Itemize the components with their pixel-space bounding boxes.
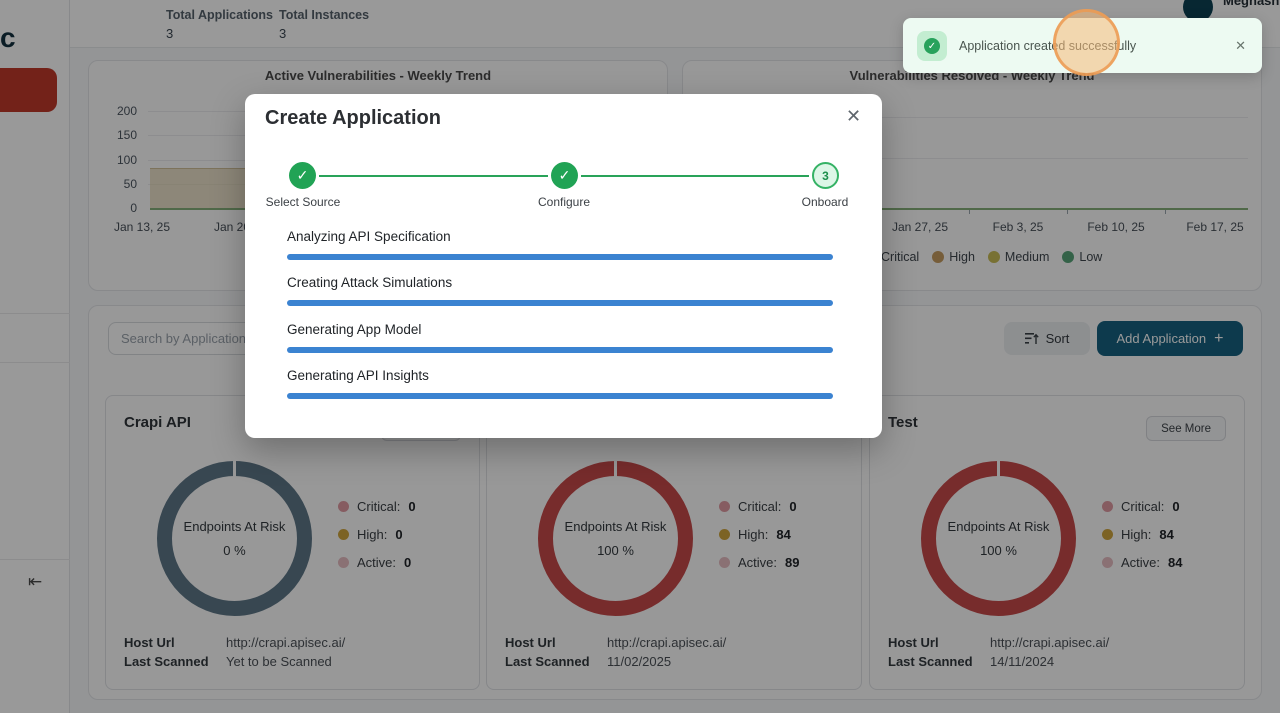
step-label-configure: Configure [509, 195, 619, 209]
toast-close-icon[interactable]: ✕ [1235, 18, 1246, 73]
step-label-onboard: Onboard [770, 195, 880, 209]
step-select-source-check-icon: ✓ [289, 162, 316, 189]
toast-icon-box: ✓ [917, 31, 947, 61]
click-highlight [1053, 9, 1120, 76]
step-configure-check-icon: ✓ [551, 162, 578, 189]
step-onboard-number: 3 [812, 162, 839, 189]
stepper-connector [581, 175, 809, 177]
progress-label: Creating Attack Simulations [287, 275, 452, 290]
step-label-select-source: Select Source [248, 195, 358, 209]
modal-title: Create Application [265, 107, 441, 130]
progress-bar [287, 254, 833, 260]
progress-label: Analyzing API Specification [287, 229, 451, 244]
create-application-modal: Create Application ✕ ✓ ✓ 3 Select Source… [245, 94, 882, 438]
progress-label: Generating API Insights [287, 368, 429, 383]
progress-bar [287, 300, 833, 306]
progress-bar [287, 393, 833, 399]
close-icon[interactable]: ✕ [846, 106, 861, 127]
progress-label: Generating App Model [287, 322, 421, 337]
progress-bar [287, 347, 833, 353]
success-check-icon: ✓ [924, 38, 940, 54]
stepper-connector [319, 175, 548, 177]
